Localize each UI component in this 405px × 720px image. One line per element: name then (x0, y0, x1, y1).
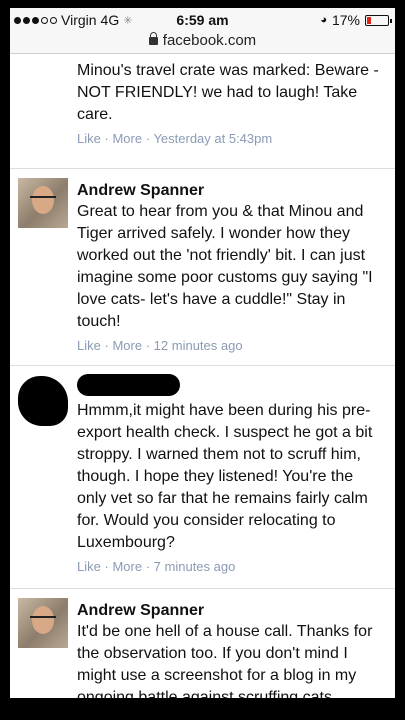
url-domain: facebook.com (162, 32, 257, 49)
comment-text: Minou's travel crate was marked: Beware … (77, 62, 379, 123)
comment-body: Andrew Spanner Great to hear from you & … (77, 169, 395, 355)
avatar[interactable] (18, 598, 68, 648)
comment-text: Great to hear from you & that Minou and … (77, 203, 373, 330)
separator: · (145, 131, 151, 146)
like-link[interactable]: Like (77, 559, 101, 574)
battery-icon (365, 14, 392, 26)
comment-timestamp[interactable]: 12 minutes ago (154, 338, 243, 353)
redacted-author-name (77, 374, 180, 396)
separator: · (104, 131, 109, 146)
comment-item: Minou's travel crate was marked: Beware … (10, 55, 395, 169)
comment-actions: Like · More · 7 minutes ago (77, 558, 385, 576)
more-link[interactable]: More (112, 559, 142, 574)
comment-timestamp[interactable]: Yesterday at 5:43pm (153, 131, 272, 146)
like-link[interactable]: Like (77, 338, 101, 353)
separator: · (145, 338, 151, 353)
separator: · (145, 559, 151, 574)
status-bar: Virgin 4G ✳ 6:59 am ◕ 17% (10, 8, 395, 30)
lock-icon (148, 32, 158, 45)
avatar-glasses (30, 196, 56, 200)
alarm-icon: ◕ (320, 14, 327, 26)
comment-text: Hmmm,it might have been during his pre-e… (77, 402, 373, 551)
comment-body: Andrew Spanner It'd be one hell of a hou… (77, 589, 395, 698)
more-link[interactable]: More (112, 131, 142, 146)
avatar-glasses (30, 616, 56, 620)
status-right: ◕ 17% (320, 12, 392, 28)
comment-author[interactable]: Andrew Spanner (77, 180, 385, 201)
phone-screen: Virgin 4G ✳ 6:59 am ◕ 17% facebook.com M… (10, 8, 395, 698)
battery-level-fill (367, 16, 371, 24)
separator: · (104, 338, 109, 353)
battery-percent: 17% (331, 12, 360, 28)
more-link[interactable]: More (112, 338, 142, 353)
comment-actions: Like · More · 12 minutes ago (77, 337, 385, 355)
comment-item: Hmmm,it might have been during his pre-e… (10, 366, 395, 589)
comment-item: Andrew Spanner It'd be one hell of a hou… (10, 589, 395, 698)
comment-body: Minou's travel crate was marked: Beware … (77, 55, 395, 148)
comment-timestamp[interactable]: 7 minutes ago (154, 559, 236, 574)
avatar[interactable] (18, 178, 68, 228)
url-bar[interactable]: facebook.com (10, 30, 395, 54)
comment-feed: Minou's travel crate was marked: Beware … (10, 55, 395, 698)
avatar-face (32, 186, 54, 214)
comment-actions: Like · More · Yesterday at 5:43pm (77, 130, 385, 148)
comment-text: It'd be one hell of a house call. Thanks… (77, 623, 373, 698)
comment-author[interactable]: Andrew Spanner (77, 600, 385, 621)
comment-item: Andrew Spanner Great to hear from you & … (10, 169, 395, 366)
avatar-face (32, 606, 54, 634)
like-link[interactable]: Like (77, 131, 101, 146)
redacted-avatar[interactable] (18, 376, 68, 426)
comment-body: Hmmm,it might have been during his pre-e… (77, 366, 395, 576)
separator: · (104, 559, 109, 574)
